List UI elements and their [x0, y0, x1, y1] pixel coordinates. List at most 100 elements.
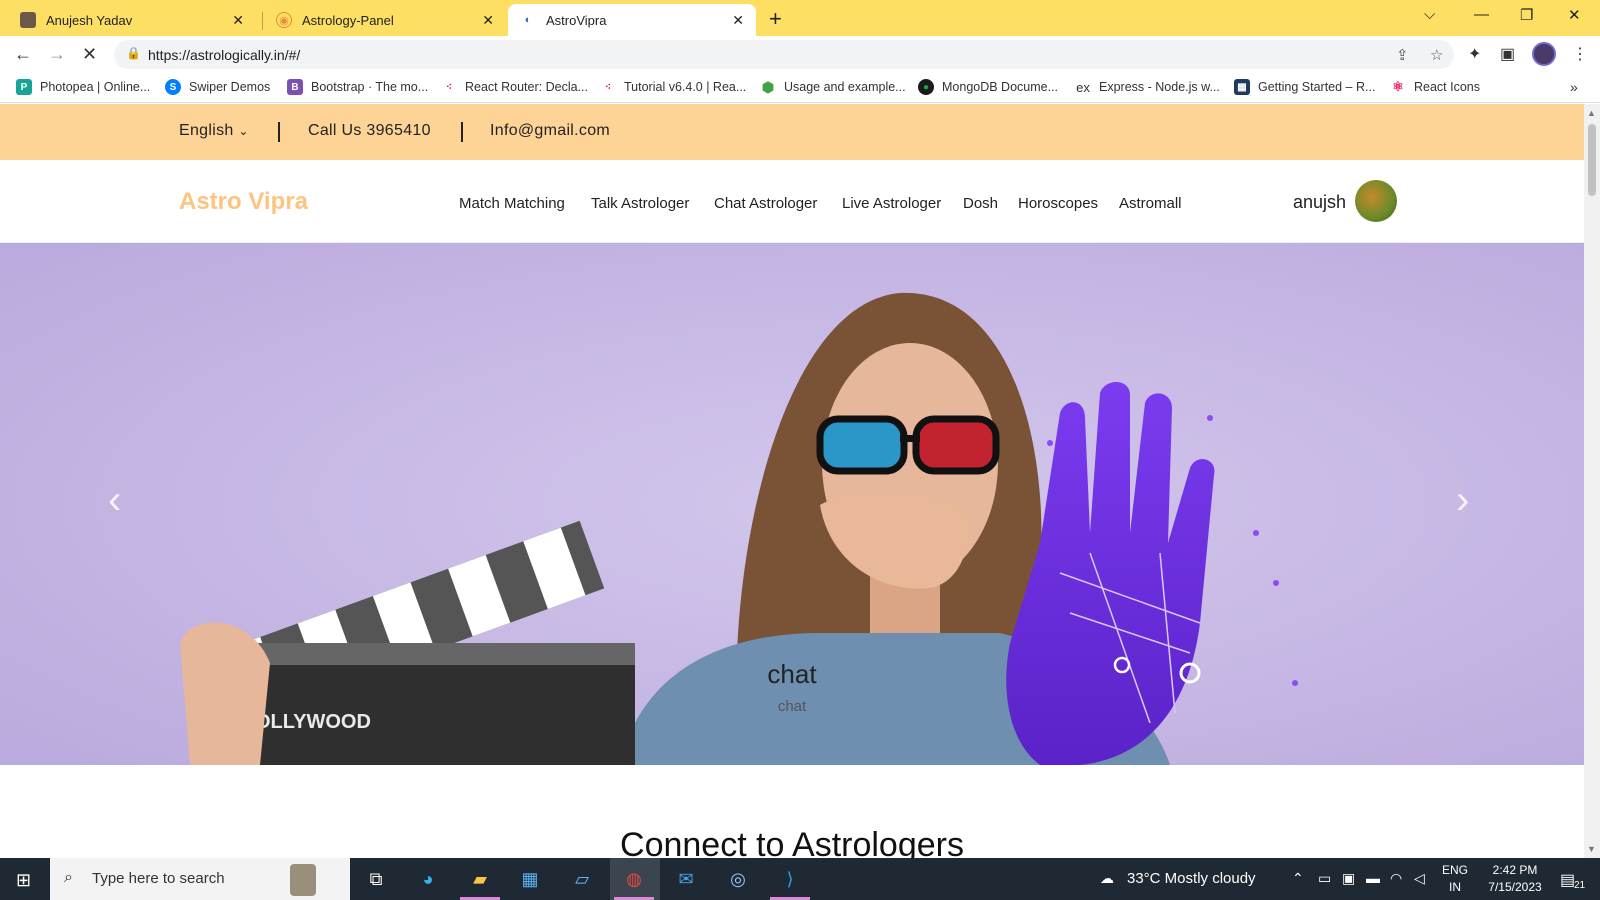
mongodb-leaf-icon: ●	[918, 79, 934, 95]
weather-text[interactable]: 33°C Mostly cloudy	[1127, 870, 1256, 887]
url-text[interactable]: https://astrologically.in/#/	[148, 47, 300, 63]
microsoft-store-icon[interactable]: ▦	[516, 866, 544, 892]
phone-contact[interactable]: Call Us 3965410	[308, 122, 431, 140]
nav-match-matching[interactable]: Match Matching	[459, 195, 565, 212]
email-contact[interactable]: Info@gmail.com	[490, 122, 610, 140]
stop-loading-icon[interactable]: ✕	[82, 44, 97, 65]
vscode-icon[interactable]: ⟩	[776, 866, 804, 892]
nav-horoscopes[interactable]: Horoscopes	[1018, 195, 1098, 212]
nav-chat-astrologer[interactable]: Chat Astrologer	[714, 195, 817, 212]
volume-icon[interactable]: ◁	[1414, 870, 1425, 887]
tray-overflow-chevron-icon[interactable]: ⌃	[1292, 870, 1304, 887]
bookmark-star-icon[interactable]: ☆	[1430, 46, 1443, 64]
language-selector[interactable]: English ⌄	[179, 122, 249, 140]
forward-arrow-icon[interactable]: →	[48, 44, 66, 65]
lang-code: ENG	[1441, 863, 1468, 877]
wifi-icon[interactable]: ◠	[1390, 870, 1402, 887]
bookmark-label: Getting Started – R...	[1258, 80, 1376, 94]
back-arrow-icon[interactable]: ←	[14, 44, 32, 65]
nav-astromall[interactable]: Astromall	[1119, 195, 1182, 212]
user-name[interactable]: anujsh	[1293, 192, 1346, 213]
bookmark-item[interactable]: ▦ Getting Started – R...	[1234, 79, 1375, 95]
express-icon: ex	[1076, 79, 1090, 95]
bookmark-item[interactable]: ⚛ React Icons	[1390, 79, 1480, 95]
extensions-puzzle-icon[interactable]: ✦	[1468, 44, 1481, 64]
clock-date: 7/15/2023	[1488, 880, 1542, 894]
edge-browser-icon[interactable]: ◕	[414, 866, 442, 892]
new-tab-icon[interactable]: +	[769, 6, 782, 32]
tab-divider	[262, 12, 263, 30]
bookmark-item[interactable]: ⁖ React Router: Decla...	[441, 79, 588, 95]
tab-astrovipra[interactable]: ◐ AstroVipra ✕	[508, 4, 756, 36]
search-placeholder[interactable]: Type here to search	[92, 870, 225, 887]
url-omnibox[interactable]: 🔒 https://astrologically.in/#/ ⇪ ☆	[114, 40, 1454, 69]
restore-icon[interactable]: ❐	[1520, 6, 1533, 24]
bookmark-item[interactable]: S Swiper Demos	[165, 79, 270, 95]
window-close-icon[interactable]: ✕	[1568, 6, 1581, 24]
scroll-up-arrow-icon[interactable]: ▲	[1587, 108, 1596, 118]
windows-taskbar: ⊞ ⌕ Type here to search ⧉ ◕ ▰ ▦ ▱ ◍ ✉ ◎ …	[0, 858, 1600, 900]
scroll-thumb[interactable]	[1588, 124, 1596, 196]
tab-anujesh-yadav[interactable]: Anujesh Yadav ✕	[8, 4, 256, 36]
nav-talk-astrologer[interactable]: Talk Astrologer	[591, 195, 689, 212]
search-icon: ⌕	[64, 869, 73, 886]
person-photo-icon	[20, 12, 36, 28]
swiper-icon: S	[165, 79, 181, 95]
user-avatar[interactable]	[1355, 180, 1397, 222]
divider	[278, 122, 280, 142]
battery-icon[interactable]: ▬	[1366, 870, 1380, 886]
brand-logo[interactable]: Astro Vipra	[179, 188, 308, 216]
close-icon[interactable]: ✕	[732, 12, 744, 29]
language-indicator[interactable]: ENG IN	[1432, 862, 1478, 896]
nav-dosh[interactable]: Dosh	[963, 195, 998, 212]
address-bar-row: ← → ✕ 🔒 https://astrologically.in/#/ ⇪ ☆…	[0, 36, 1600, 73]
close-icon[interactable]: ✕	[482, 12, 494, 29]
bookmark-item[interactable]: P Photopea | Online...	[16, 79, 150, 95]
react-atom-icon: ⚛	[1392, 79, 1404, 94]
meet-now-icon[interactable]: ▭	[1318, 870, 1331, 887]
bookmark-label: Photopea | Online...	[40, 80, 151, 94]
carousel-prev-arrow[interactable]: ‹	[108, 478, 121, 523]
bookmark-item[interactable]: ⁖ Tutorial v6.4.0 | Rea...	[600, 79, 746, 95]
lock-icon[interactable]: 🔒	[126, 46, 141, 60]
file-explorer-icon[interactable]: ▰	[466, 866, 494, 892]
chrome-browser-icon[interactable]: ◍	[620, 866, 648, 892]
bookmark-item[interactable]: ⬢ Usage and example...	[760, 79, 906, 95]
nav-live-astrologer[interactable]: Live Astrologer	[842, 195, 941, 212]
bookmarks-overflow-icon[interactable]: »	[1570, 79, 1578, 95]
carousel-next-arrow[interactable]: ›	[1456, 478, 1469, 523]
minimize-icon[interactable]: —	[1474, 6, 1489, 23]
webpage: English ⌄ Call Us 3965410 Info@gmail.com…	[0, 104, 1584, 858]
page-scrollbar[interactable]: ▲ ▼	[1584, 104, 1600, 858]
task-view-icon[interactable]: ⧉	[362, 866, 390, 892]
scroll-down-arrow-icon[interactable]: ▼	[1587, 844, 1596, 854]
share-icon[interactable]: ⇪	[1396, 46, 1409, 64]
bookmarks-bar: P Photopea | Online... S Swiper Demos B Boo…	[0, 73, 1600, 103]
notes-app-icon[interactable]: ▱	[568, 866, 596, 892]
taskbar-search-box[interactable]: ⌕ Type here to search	[50, 858, 350, 900]
profile-avatar[interactable]	[1532, 42, 1556, 66]
side-panel-icon[interactable]: ▣	[1500, 44, 1515, 64]
divider	[461, 122, 463, 142]
security-icon[interactable]: ▣	[1342, 870, 1355, 887]
bootstrap-icon: B	[287, 79, 303, 95]
close-icon[interactable]: ✕	[232, 12, 244, 29]
react-router-icon: ⁖	[605, 81, 611, 93]
more-menu-icon[interactable]: ⋮	[1572, 44, 1588, 64]
bookmark-item[interactable]: ● MongoDB Docume...	[918, 79, 1058, 95]
cortana-icon[interactable]: ◎	[724, 866, 752, 892]
bookmark-label: Express - Node.js w...	[1099, 80, 1220, 94]
tab-astrology-panel[interactable]: ◉ Astrology-Panel ✕	[264, 4, 506, 36]
tab-search-chevron-icon[interactable]: ⌵	[1424, 6, 1435, 23]
mail-icon[interactable]: ✉	[672, 866, 700, 892]
windows-start-icon[interactable]: ⊞	[16, 870, 31, 891]
notifications-icon[interactable]: ▤	[1560, 870, 1575, 890]
bookmark-label: React Router: Decla...	[465, 80, 588, 94]
notification-count: 21	[1574, 880, 1586, 891]
weather-cloud-icon[interactable]: ☁	[1100, 870, 1114, 887]
system-clock[interactable]: 2:42 PM 7/15/2023	[1478, 862, 1552, 896]
main-navbar: Astro Vipra Match Matching Talk Astrolog…	[0, 160, 1584, 243]
clock-time: 2:42 PM	[1492, 863, 1538, 877]
bookmark-item[interactable]: ex Express - Node.js w...	[1075, 79, 1220, 95]
bookmark-item[interactable]: B Bootstrap · The mo...	[287, 79, 428, 95]
